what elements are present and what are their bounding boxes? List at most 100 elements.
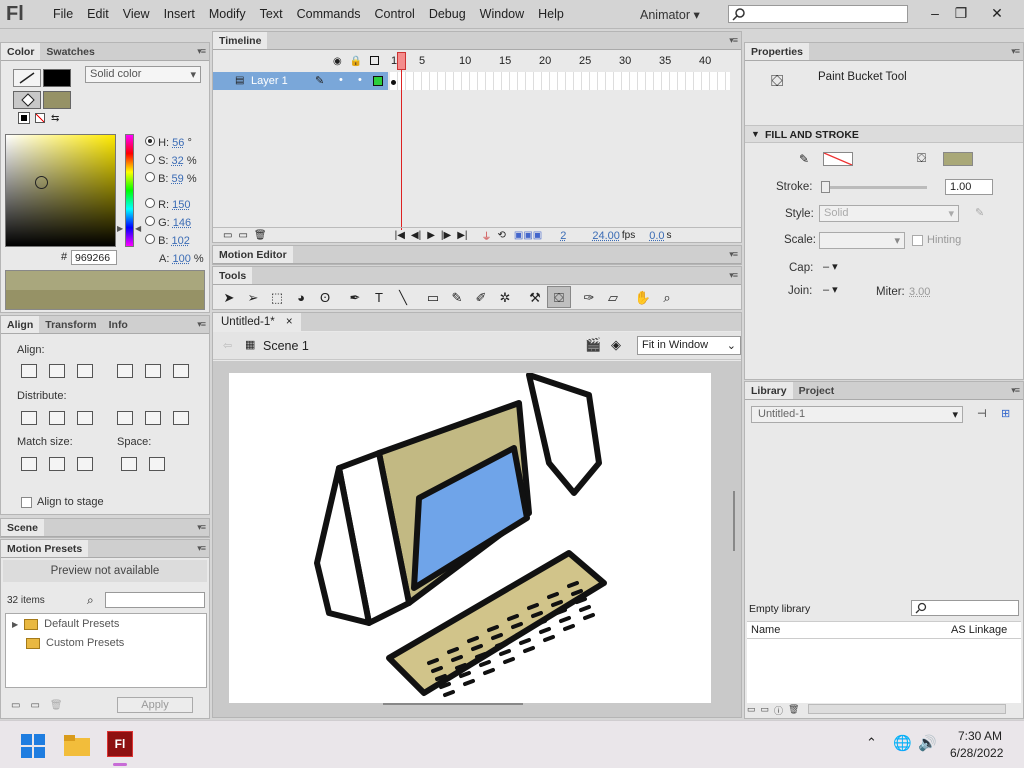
library-search-input[interactable] [911, 600, 1019, 616]
brush-tool-icon[interactable]: ✐ [469, 287, 493, 309]
clock-date[interactable]: 6/28/2022 [950, 746, 1003, 760]
menu-file[interactable]: File [46, 7, 80, 21]
new-layer-icon[interactable]: ▭ [223, 230, 232, 241]
subselection-tool-icon[interactable]: ➢ [241, 287, 265, 309]
new-symbol-icon[interactable]: ▭ [747, 704, 756, 718]
eyedropper-tool-icon[interactable]: ✑ [577, 287, 601, 309]
playhead[interactable] [397, 52, 406, 232]
frame-number[interactable]: 5 [419, 55, 425, 67]
menu-edit[interactable]: Edit [80, 7, 116, 21]
file-explorer-icon[interactable] [64, 735, 90, 757]
edit-symbol-icon[interactable]: ◈ [611, 337, 621, 353]
3d-rotation-tool-icon[interactable]: ◕ [289, 287, 313, 309]
frame-number[interactable]: 35 [659, 55, 671, 67]
panel-menu-icon[interactable]: ▾≡ [1011, 385, 1020, 396]
volume-icon[interactable]: 🔊 [918, 734, 937, 752]
restore-button[interactable]: ❐ [946, 1, 976, 25]
tab-transform[interactable]: Transform [39, 316, 102, 333]
menu-debug[interactable]: Debug [422, 7, 473, 21]
match-width-icon[interactable] [21, 457, 37, 471]
tab-align[interactable]: Align [1, 316, 40, 333]
fill-color-swatch[interactable] [943, 152, 973, 166]
vertical-scrollbar[interactable] [733, 491, 735, 551]
new-folder-icon[interactable]: ▭ [761, 704, 770, 718]
tab-library[interactable]: Library [745, 382, 793, 399]
library-document-select[interactable]: Untitled-1 ▾ [751, 406, 963, 423]
blue-value[interactable]: 102 [172, 235, 190, 247]
pin-library-icon[interactable]: ⊣ [977, 407, 987, 420]
panel-menu-icon[interactable]: ▾≡ [729, 249, 738, 260]
outline-icon[interactable] [370, 56, 380, 65]
eye-icon[interactable]: ◉ [333, 56, 342, 67]
frame-number[interactable]: 25 [579, 55, 591, 67]
space-horizontal-icon[interactable] [149, 457, 165, 471]
menu-control[interactable]: Control [368, 7, 422, 21]
keyframe-icon[interactable] [391, 80, 396, 85]
layer-row[interactable]: ▤ Layer 1 ✎ • • [213, 72, 388, 90]
hue-slider-handle[interactable]: ▶ [117, 224, 123, 233]
step-forward-icon[interactable]: |▶ [441, 230, 451, 241]
align-top-icon[interactable] [117, 364, 133, 378]
selection-tool-icon[interactable]: ➤ [217, 287, 241, 309]
center-frame-icon[interactable]: ⏚ [482, 228, 492, 243]
scene-name[interactable]: Scene 1 [263, 339, 309, 353]
join-select[interactable]: – ▾ [823, 283, 838, 296]
distribute-h-center-icon[interactable] [145, 411, 161, 425]
frame-number[interactable]: 20 [539, 55, 551, 67]
tab-scene[interactable]: Scene [1, 519, 44, 536]
panel-menu-icon[interactable]: ▾≡ [729, 270, 738, 281]
flash-app-icon[interactable]: Fl [107, 731, 133, 757]
alpha-value[interactable]: 100 [172, 253, 190, 265]
hand-tool-icon[interactable]: ✋ [631, 287, 655, 309]
blue-radio[interactable] [145, 234, 155, 244]
delete-icon[interactable]: 🗑 [254, 230, 267, 241]
menu-modify[interactable]: Modify [202, 7, 253, 21]
frame-rate[interactable]: 24.00 [592, 230, 620, 242]
bone-tool-icon[interactable]: ⚒ [523, 287, 547, 309]
panel-menu-icon[interactable]: ▾≡ [197, 522, 206, 533]
brightness-radio[interactable] [145, 172, 155, 182]
pen-tool-icon[interactable]: ✒ [343, 287, 367, 309]
horizontal-scrollbar[interactable] [808, 704, 1007, 714]
distribute-v-center-icon[interactable] [49, 411, 65, 425]
horizontal-scrollbar[interactable] [383, 703, 523, 705]
align-bottom-icon[interactable] [173, 364, 189, 378]
tab-color[interactable]: Color [1, 43, 41, 60]
loop-icon[interactable]: ⟲ [498, 230, 506, 241]
text-tool-icon[interactable]: T [367, 287, 391, 309]
align-to-stage-checkbox[interactable] [21, 496, 32, 508]
new-folder-icon[interactable]: ▭ [30, 700, 39, 711]
tab-info[interactable]: Info [103, 316, 134, 333]
current-frame[interactable]: 2 [560, 230, 566, 242]
panel-menu-icon[interactable]: ▾≡ [197, 319, 206, 330]
lasso-tool-icon[interactable]: ʘ [313, 287, 337, 309]
align-v-center-icon[interactable] [145, 364, 161, 378]
green-value[interactable]: 146 [173, 217, 191, 229]
rectangle-tool-icon[interactable]: ▭ [421, 287, 445, 309]
first-frame-icon[interactable]: |◀ [395, 230, 405, 241]
tab-motion-editor[interactable]: Motion Editor [213, 246, 293, 263]
stroke-slider[interactable] [821, 181, 927, 193]
hex-input[interactable]: 969266 [71, 250, 117, 265]
panel-menu-icon[interactable]: ▾≡ [729, 35, 738, 46]
menu-view[interactable]: View [116, 7, 157, 21]
edit-stroke-style-icon[interactable]: ✎ [975, 206, 984, 219]
new-library-panel-icon[interactable]: ⊞ [1001, 407, 1010, 420]
tab-swatches[interactable]: Swatches [40, 43, 100, 60]
frame-number[interactable]: 30 [619, 55, 631, 67]
apply-button[interactable]: Apply [117, 697, 193, 713]
chevron-up-icon[interactable]: ⌃ [866, 735, 877, 751]
no-color-icon[interactable] [35, 113, 45, 123]
tab-properties[interactable]: Properties [745, 43, 809, 60]
distribute-bottom-icon[interactable] [77, 411, 93, 425]
cap-select[interactable]: – ▾ [823, 260, 838, 273]
hue-radio[interactable] [145, 136, 155, 146]
edit-scene-icon[interactable]: 🎬 [585, 337, 601, 353]
properties-icon[interactable]: ⓘ [774, 704, 783, 718]
saturation-radio[interactable] [145, 154, 155, 164]
align-left-icon[interactable] [21, 364, 37, 378]
close-button[interactable]: ✕ [982, 1, 1012, 25]
computer-drawing[interactable] [229, 373, 711, 703]
tab-motion-presets[interactable]: Motion Presets [1, 540, 89, 557]
hue-value[interactable]: 56 [172, 137, 184, 149]
